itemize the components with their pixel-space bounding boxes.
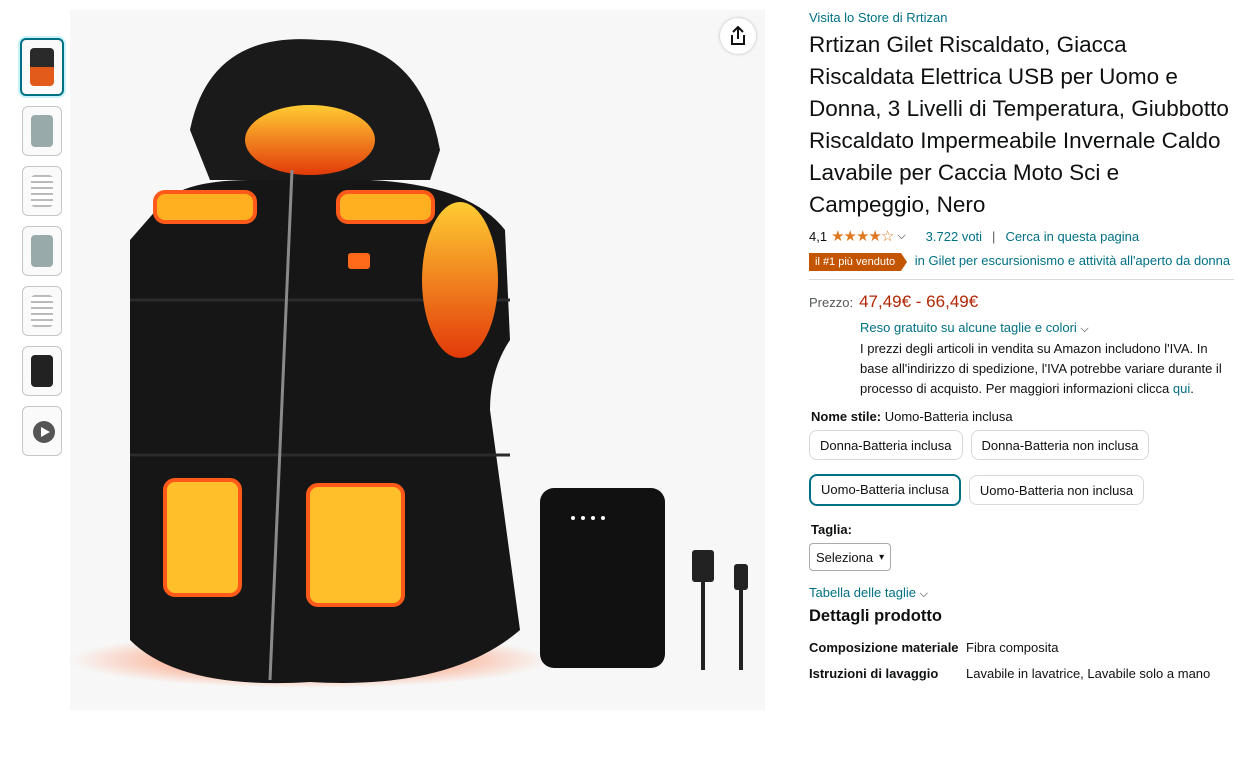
- price-value: 47,49€ - 66,49€: [859, 292, 979, 311]
- vat-more-link[interactable]: qui: [1173, 381, 1190, 396]
- detail-row: Composizione materiale Fibra composita: [809, 638, 1234, 658]
- price-label: Prezzo:: [809, 295, 854, 310]
- search-page-link[interactable]: Cerca in questa pagina: [1005, 229, 1139, 244]
- divider: [809, 279, 1234, 280]
- detail-value: Lavabile in lavatrice, Lavabile solo a m…: [966, 666, 1211, 681]
- size-label: Taglia:: [811, 522, 852, 537]
- chevron-down-icon[interactable]: ⌵: [920, 588, 928, 600]
- share-icon: [731, 26, 745, 45]
- ratings-count-link[interactable]: 3.722 voti: [926, 229, 982, 244]
- detail-key: Istruzioni di lavaggio: [809, 666, 939, 681]
- bestseller-badge[interactable]: il #1 più venduto: [809, 253, 908, 271]
- style-selected: Uomo-Batteria inclusa: [884, 409, 1013, 424]
- thumbnail-2[interactable]: [22, 106, 62, 156]
- rating-stars[interactable]: ★★★★☆: [831, 227, 894, 245]
- thumbnail-6[interactable]: [22, 346, 62, 396]
- style-option-selected[interactable]: Uomo-Batteria inclusa: [809, 474, 961, 506]
- thumbnail-1[interactable]: [20, 38, 64, 96]
- bestseller-category-link[interactable]: in Gilet per escursionismo e attività al…: [915, 253, 1230, 268]
- style-label-row: Nome stile: Uomo-Batteria inclusa: [811, 409, 1234, 424]
- thumbnail-3[interactable]: [22, 166, 62, 216]
- details-heading: Dettagli prodotto: [809, 607, 942, 625]
- thumbnail-5[interactable]: [22, 286, 62, 336]
- size-chart-link[interactable]: Tabella delle taglie: [809, 585, 916, 600]
- free-returns-link[interactable]: Reso gratuito su alcune taglie e colori: [860, 320, 1077, 335]
- style-option[interactable]: Donna-Batteria non inclusa: [970, 430, 1150, 460]
- rating-value: 4,1: [809, 228, 828, 244]
- detail-row: Istruzioni di lavaggio Lavabile in lavat…: [809, 664, 1234, 684]
- style-options: Donna-Batteria inclusa Donna-Batteria no…: [809, 430, 1234, 460]
- price-info: Reso gratuito su alcune taglie e colori …: [860, 320, 1222, 396]
- size-select[interactable]: Seleziona ▾: [809, 543, 892, 571]
- thumbnail-video[interactable]: [22, 406, 62, 456]
- product-info-panel: Visita lo Store di Rrtizan Rrtizan Gilet…: [809, 10, 1234, 690]
- style-option[interactable]: Uomo-Batteria non inclusa: [968, 475, 1145, 505]
- main-product-image[interactable]: [70, 10, 765, 710]
- detail-value: Fibra composita: [966, 640, 1059, 655]
- style-label: Nome stile:: [811, 409, 882, 424]
- price-row: Prezzo: 47,49€ - 66,49€: [809, 292, 1234, 312]
- divider: |: [992, 228, 996, 244]
- style-options: Uomo-Batteria inclusa Uomo-Batteria non …: [809, 474, 1234, 506]
- thumbnail-list: [20, 38, 66, 466]
- share-button[interactable]: [720, 18, 756, 54]
- product-title: Rrtizan Gilet Riscaldato, Giacca Riscald…: [809, 32, 1229, 217]
- style-option[interactable]: Donna-Batteria inclusa: [809, 430, 963, 460]
- chevron-down-icon: ▾: [879, 551, 885, 563]
- store-link[interactable]: Visita lo Store di Rrtizan: [809, 10, 948, 25]
- vat-note: I prezzi degli articoli in vendita su Am…: [860, 341, 1222, 396]
- bestseller-row: il #1 più venduto in Gilet per escursion…: [809, 251, 1234, 271]
- rating-row: 4,1 ★★★★☆ ⌵ 3.722 voti | Cerca in questa…: [809, 227, 1234, 245]
- chevron-down-icon[interactable]: ⌵: [1080, 323, 1088, 335]
- play-icon: [33, 421, 55, 443]
- heated-vest-image: [70, 39, 748, 688]
- chevron-down-icon[interactable]: ⌵: [897, 230, 905, 243]
- thumbnail-4[interactable]: [22, 226, 62, 276]
- size-select-value: Seleziona: [816, 549, 874, 565]
- detail-key: Composizione materiale: [809, 640, 959, 655]
